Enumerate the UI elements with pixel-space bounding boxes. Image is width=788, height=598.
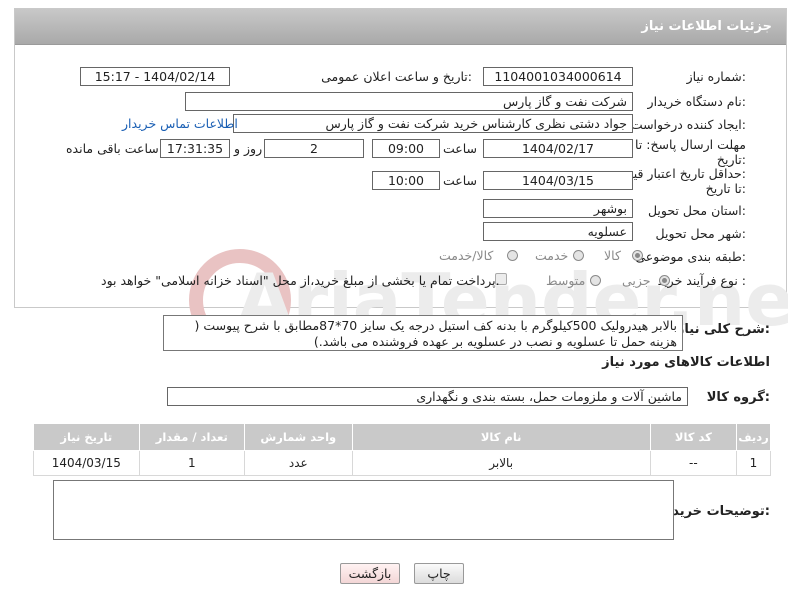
process-minor-radio[interactable]	[659, 275, 670, 286]
process-minor-label: جزیی	[622, 273, 651, 288]
deadline-time-field: 09:00	[372, 139, 440, 158]
announce-label: تاریخ و ساعت اعلان عمومی:	[321, 69, 472, 84]
description-label: شرح کلی نیاز:	[676, 322, 770, 337]
category-label: طبقه بندی موضوعی:	[635, 249, 746, 264]
col-quantity: تعداد / مقدار	[138, 423, 246, 451]
deadline-date-field: 1404/02/17	[483, 139, 633, 158]
city-label: شهر محل تحویل:	[655, 226, 746, 241]
col-item-name: نام کالا	[351, 423, 651, 451]
cell-quantity: 1	[138, 450, 246, 476]
days-label: روز و	[234, 141, 263, 156]
deadline-label-date: تاریخ:	[716, 152, 746, 167]
buyer-org-label: نام دستگاه خریدار:	[647, 94, 746, 109]
cell-need-date: 1404/03/15	[33, 450, 140, 476]
category-goods-service-radio[interactable]	[507, 250, 518, 261]
cell-item-name: بالابر	[351, 450, 651, 476]
panel-header: جزئیات اطلاعات نیاز	[15, 9, 786, 45]
buyer-contact-link[interactable]: اطلاعات تماس خریدار	[122, 116, 238, 131]
need-number-label: شماره نیاز:	[686, 69, 746, 84]
deadline-time-label: ساعت	[443, 141, 478, 156]
cell-unit: عدد	[244, 450, 353, 476]
cell-row-number: 1	[735, 450, 772, 476]
col-unit: واحد شمارش	[244, 423, 353, 451]
validity-label: حداقل تاریخ اعتبار قیمت:	[614, 166, 746, 181]
buyer-notes-field	[53, 480, 674, 540]
print-button[interactable]: چاپ	[414, 563, 464, 584]
col-need-date: تاریخ نیاز	[33, 423, 140, 451]
goods-group-field: ماشین آلات و ملزومات حمل، بسته بندی و نگ…	[167, 387, 688, 406]
treasury-payment-note: پرداخت تمام یا بخشی از مبلغ خرید،از محل …	[101, 273, 500, 288]
announce-datetime-field: 1404/02/14 - 15:17	[80, 67, 230, 86]
process-label: نوع فرآیند خرید :	[657, 273, 746, 288]
panel-title: جزئیات اطلاعات نیاز	[641, 19, 772, 34]
remaining-time-label: ساعت باقی مانده	[66, 141, 159, 156]
category-goods-label: کالا	[604, 248, 621, 263]
cell-item-code: --	[649, 450, 737, 476]
city-field: عسلویه	[483, 222, 633, 241]
days-remaining-field: 2	[264, 139, 364, 158]
need-number-field: 1104001034000614	[483, 67, 633, 86]
back-button[interactable]: بازگشت	[340, 563, 400, 584]
table-row[interactable]: 1 -- بالابر عدد 1 1404/03/15	[33, 450, 772, 476]
col-item-code: کد کالا	[649, 423, 737, 451]
creator-label: ایجاد کننده درخواست:	[630, 117, 746, 132]
goods-section-title: اطلاعات کالاهای مورد نیاز	[602, 355, 770, 370]
items-table: ردیف کد کالا نام کالا واحد شمارش تعداد /…	[33, 423, 772, 476]
process-medium-radio[interactable]	[590, 275, 601, 286]
province-field: بوشهر	[483, 199, 633, 218]
buyer-notes-label: توضیحات خریدار:	[660, 504, 770, 519]
validity-time-label: ساعت	[443, 173, 478, 188]
category-goods-service-label: کالا/خدمت	[439, 248, 494, 263]
validity-label-date: تا تاریخ:	[705, 181, 746, 196]
deadline-label: مهلت ارسال پاسخ: تا	[635, 137, 746, 152]
category-service-label: خدمت	[535, 248, 569, 263]
remaining-time-field: 17:31:35	[160, 139, 230, 158]
table-header-row: ردیف کد کالا نام کالا واحد شمارش تعداد /…	[33, 423, 772, 451]
description-text: بالابر هیدرولیک 500کیلوگرم با بدنه کف اس…	[163, 315, 683, 351]
buyer-org-field: شرکت نفت و گاز پارس	[185, 92, 633, 111]
category-service-radio[interactable]	[573, 250, 584, 261]
category-goods-radio[interactable]	[632, 250, 643, 261]
goods-group-label: گروه کالا:	[706, 390, 770, 405]
validity-time-field: 10:00	[372, 171, 440, 190]
process-medium-label: متوسط	[546, 273, 586, 288]
col-row-number: ردیف	[735, 423, 772, 451]
province-label: استان محل تحویل:	[647, 203, 746, 218]
validity-date-field: 1404/03/15	[483, 171, 633, 190]
creator-field: جواد دشتی نظری کارشناس خرید شرکت نفت و گ…	[233, 114, 633, 133]
